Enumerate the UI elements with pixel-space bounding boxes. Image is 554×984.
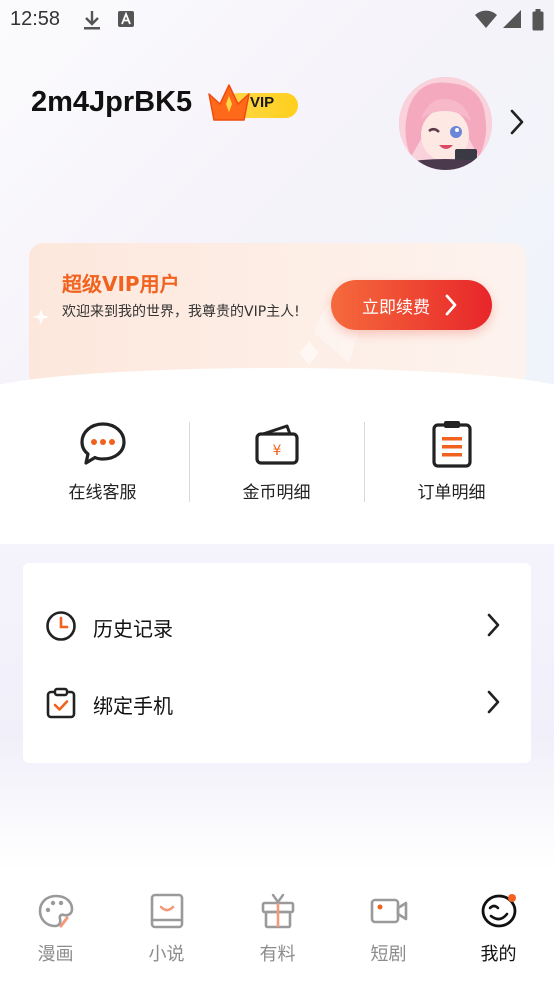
chat-bubble-icon	[79, 420, 127, 468]
renew-button-label: 立即续费	[362, 298, 430, 318]
list-item-label: 历史记录	[93, 617, 173, 641]
settings-list: 历史记录 绑定手机	[23, 563, 531, 763]
quick-action-label: 在线客服	[68, 483, 137, 503]
list-item-history[interactable]: 历史记录	[23, 595, 531, 655]
book-icon	[148, 892, 186, 930]
nav-tab-comics[interactable]: 漫画	[0, 892, 111, 972]
vip-card-description: 欢迎来到我的世界，我尊贵的VIP主人!	[62, 304, 300, 320]
download-icon	[82, 9, 102, 35]
battery-icon	[532, 9, 544, 35]
quick-action-label: 金币明细	[242, 483, 311, 503]
renew-button[interactable]: 立即续费	[331, 280, 492, 330]
profile-chevron-icon[interactable]	[509, 108, 525, 140]
nav-tab-label: 漫画	[37, 944, 74, 965]
quick-action-customer-service[interactable]: 在线客服	[15, 420, 190, 505]
vip-card-title: 超级VIP用户	[62, 272, 180, 296]
nav-tab-label: 小说	[148, 944, 185, 965]
list-item-label: 绑定手机	[93, 694, 173, 718]
svg-text:¥: ¥	[273, 443, 282, 459]
nav-tab-short-drama[interactable]: 短剧	[333, 892, 444, 972]
nav-tab-label: 短剧	[370, 944, 407, 965]
palette-icon	[37, 892, 75, 930]
nav-tab-label: 有料	[259, 944, 296, 965]
nav-tab-discover[interactable]: 有料	[222, 892, 333, 972]
status-time: 12:58	[10, 8, 61, 30]
chevron-right-icon	[486, 689, 502, 719]
vip-badge: VIP	[206, 82, 298, 124]
quick-action-coin-details[interactable]: ¥ 金币明细	[189, 420, 364, 505]
order-list-icon	[428, 420, 476, 468]
nav-tab-mine[interactable]: 我的	[443, 892, 554, 972]
renew-chevron-icon	[445, 294, 457, 320]
quick-action-order-details[interactable]: 订单明细	[364, 420, 539, 505]
chevron-right-icon	[486, 612, 502, 642]
nav-tab-novels[interactable]: 小说	[111, 892, 222, 972]
signal-icon	[502, 9, 522, 33]
gift-icon	[259, 892, 297, 930]
video-camera-icon	[370, 892, 408, 930]
keyboard-a-icon	[117, 9, 135, 33]
username[interactable]: 2m4JprBK5	[31, 86, 192, 119]
list-item-bind-phone[interactable]: 绑定手机	[23, 672, 531, 732]
clipboard-check-icon	[45, 687, 77, 719]
avatar-illustration	[399, 77, 492, 170]
vip-badge-label: VIP	[250, 94, 275, 111]
avatar[interactable]	[399, 77, 492, 170]
profile-face-icon	[480, 892, 518, 930]
quick-action-label: 订单明细	[417, 483, 486, 503]
nav-tab-label: 我的	[480, 944, 517, 965]
clock-icon	[45, 610, 77, 642]
bottom-nav: 漫画 小说 有料 短剧 我的	[0, 870, 554, 984]
wifi-icon	[474, 9, 498, 33]
wallet-icon: ¥	[253, 420, 301, 468]
status-bar: 12:58	[0, 0, 554, 38]
vip-card: 超级VIP用户 欢迎来到我的世界，我尊贵的VIP主人! 立即续费	[29, 243, 526, 388]
crown-icon	[208, 84, 250, 121]
